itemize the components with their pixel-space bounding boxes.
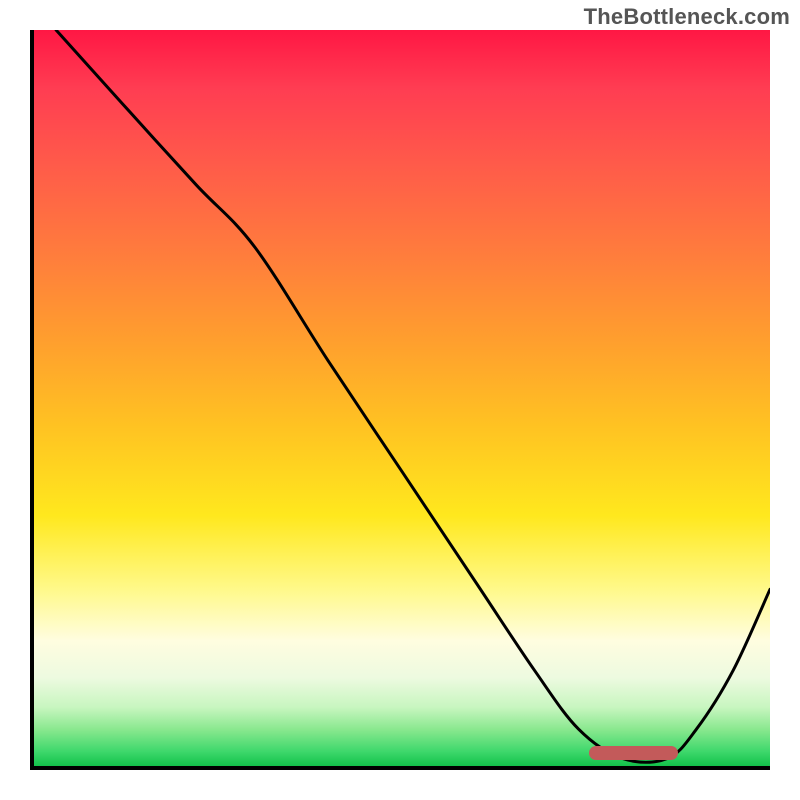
curve-path <box>56 30 770 762</box>
plot-area <box>30 30 770 770</box>
chart-frame: TheBottleneck.com <box>0 0 800 800</box>
line-overlay <box>34 30 770 766</box>
watermark-text: TheBottleneck.com <box>584 4 790 30</box>
optimal-range-marker <box>589 746 678 760</box>
